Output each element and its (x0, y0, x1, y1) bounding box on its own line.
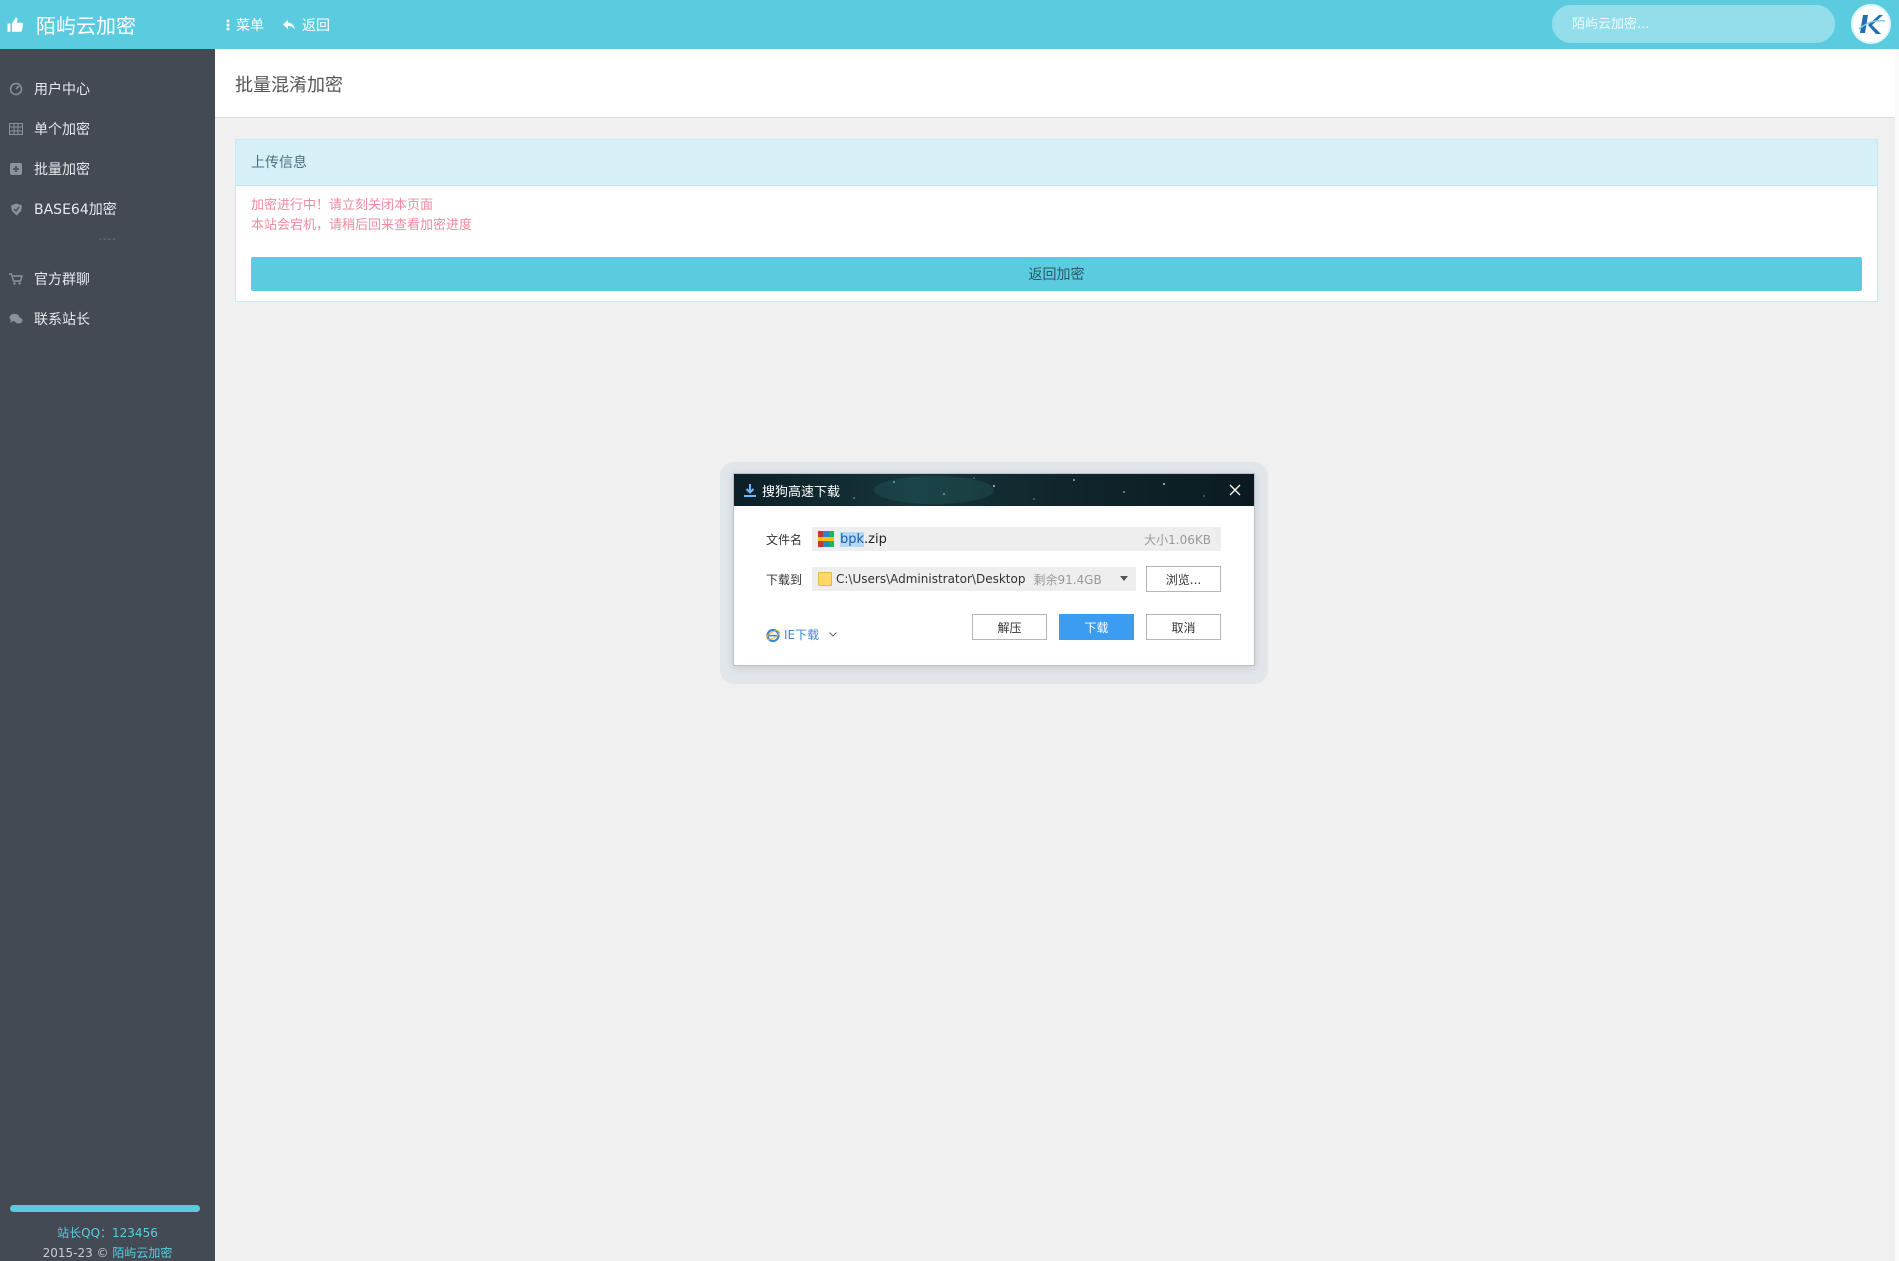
archive-file-icon (818, 531, 834, 547)
thumbs-up-icon (4, 14, 26, 36)
file-size: 大小1.06KB (1144, 533, 1211, 547)
dialog-title-text: 搜狗高速下载 (762, 484, 841, 500)
filename-field[interactable]: bpk.zip 大小1.06KB (812, 527, 1221, 551)
copyright-link[interactable]: 陌屿云加密 (112, 1246, 172, 1260)
download-button[interactable]: 下载 (1059, 614, 1134, 640)
sidebar-item-single-encrypt[interactable]: 单个加密 (0, 109, 215, 149)
filename-label: 文件名 (766, 532, 803, 547)
cart-icon (8, 271, 24, 287)
menu-dots-icon (226, 19, 230, 30)
back-button[interactable]: 返回 (282, 15, 330, 35)
close-icon[interactable] (1226, 481, 1244, 499)
shield-icon (8, 201, 24, 217)
chevron-down-icon (1120, 576, 1128, 581)
avatar[interactable] (1851, 4, 1891, 44)
scrollbar[interactable] (1895, 49, 1899, 1261)
search-input[interactable] (1552, 5, 1835, 43)
plus-square-icon (8, 161, 24, 177)
sidebar-item-label: 用户中心 (34, 82, 90, 98)
brand-title: 陌屿云加密 (36, 14, 136, 38)
brand[interactable]: 陌屿云加密 (0, 0, 215, 49)
download-path-select[interactable]: C:\Users\Administrator\Desktop 剩余91.4GB (812, 567, 1136, 591)
back-label: 返回 (302, 17, 330, 34)
chat-icon (8, 311, 24, 327)
top-header: 陌屿云加密 菜单 返回 (0, 0, 1899, 49)
sidebar-item-label: BASE64加密 (34, 202, 117, 218)
copyright: 2015-23 © 陌屿云加密 (0, 1244, 215, 1261)
sidebar: 用户中心 单个加密 批量加密 BASE64加密 ---- 官方群聊 联系站长 站… (0, 49, 215, 1261)
free-space: 剩余91.4GB (1033, 572, 1102, 587)
sidebar-item-label: 官方群聊 (34, 272, 90, 288)
sidebar-item-user-center[interactable]: 用户中心 (0, 69, 215, 109)
menu-label: 菜单 (236, 17, 264, 34)
top-nav: 菜单 返回 (226, 0, 348, 49)
download-to-label: 下载到 (766, 572, 803, 587)
warning-line-2: 本站会宕机，请稍后回来查看加密进度 (251, 218, 473, 233)
chevron-down-icon (829, 632, 837, 637)
filename-text: bpk.zip (840, 531, 887, 547)
sidebar-item-base64-encrypt[interactable]: BASE64加密 (0, 189, 215, 229)
dialog-title: 搜狗高速下载 (744, 481, 840, 500)
sidebar-item-label: 单个加密 (34, 122, 90, 138)
dialog-titlebar[interactable]: 搜狗高速下载 (734, 474, 1254, 506)
sidebar-separator: ---- (98, 234, 117, 245)
menu-button[interactable]: 菜单 (226, 15, 264, 35)
sidebar-footer: 站长QQ：123456 2015-23 © 陌屿云加密 (0, 1191, 215, 1261)
sidebar-item-contact-admin[interactable]: 联系站长 (0, 299, 215, 339)
page-title: 批量混淆加密 (235, 75, 343, 96)
footer-accent-bar (10, 1205, 200, 1212)
download-arrow-icon (744, 483, 756, 497)
dashboard-icon (8, 81, 24, 97)
panel-title: 上传信息 (236, 140, 1877, 186)
ie-download-label: IE下载 (784, 628, 820, 642)
cancel-button[interactable]: 取消 (1146, 614, 1221, 640)
extract-button[interactable]: 解压 (972, 614, 1047, 640)
browse-button[interactable]: 浏览... (1146, 566, 1221, 592)
ie-download-link[interactable]: IE下载 (766, 626, 841, 643)
upload-info-panel: 上传信息 加密进行中！请立刻关闭本页面 本站会宕机，请稍后回来查看加密进度 返回… (235, 139, 1878, 302)
copyright-prefix: 2015-23 © (42, 1246, 109, 1260)
warning-line-1: 加密进行中！请立刻关闭本页面 (251, 198, 434, 213)
download-path: C:\Users\Administrator\Desktop (836, 572, 1026, 586)
panel-body: 加密进行中！请立刻关闭本页面 本站会宕机，请稍后回来查看加密进度 (236, 186, 1877, 246)
sidebar-item-batch-encrypt[interactable]: 批量加密 (0, 149, 215, 189)
filename-selection: bpk (840, 531, 865, 547)
grid-icon (8, 121, 24, 137)
reply-icon (283, 19, 295, 30)
ie-logo-icon (766, 628, 780, 642)
folder-icon (818, 572, 832, 586)
filename-extension: .zip (864, 531, 887, 547)
sidebar-item-official-group[interactable]: 官方群聊 (0, 259, 215, 299)
page-header: 批量混淆加密 (215, 49, 1899, 118)
admin-qq: 站长QQ：123456 (57, 1226, 158, 1240)
download-dialog: 搜狗高速下载 文件名 bpk.zip 大小1.06KB 下载到 C:\Users… (733, 473, 1255, 666)
user-logo-icon (1855, 8, 1887, 40)
sidebar-item-label: 联系站长 (34, 312, 90, 328)
sidebar-item-label: 批量加密 (34, 162, 90, 178)
return-encrypt-button[interactable]: 返回加密 (251, 257, 1862, 291)
